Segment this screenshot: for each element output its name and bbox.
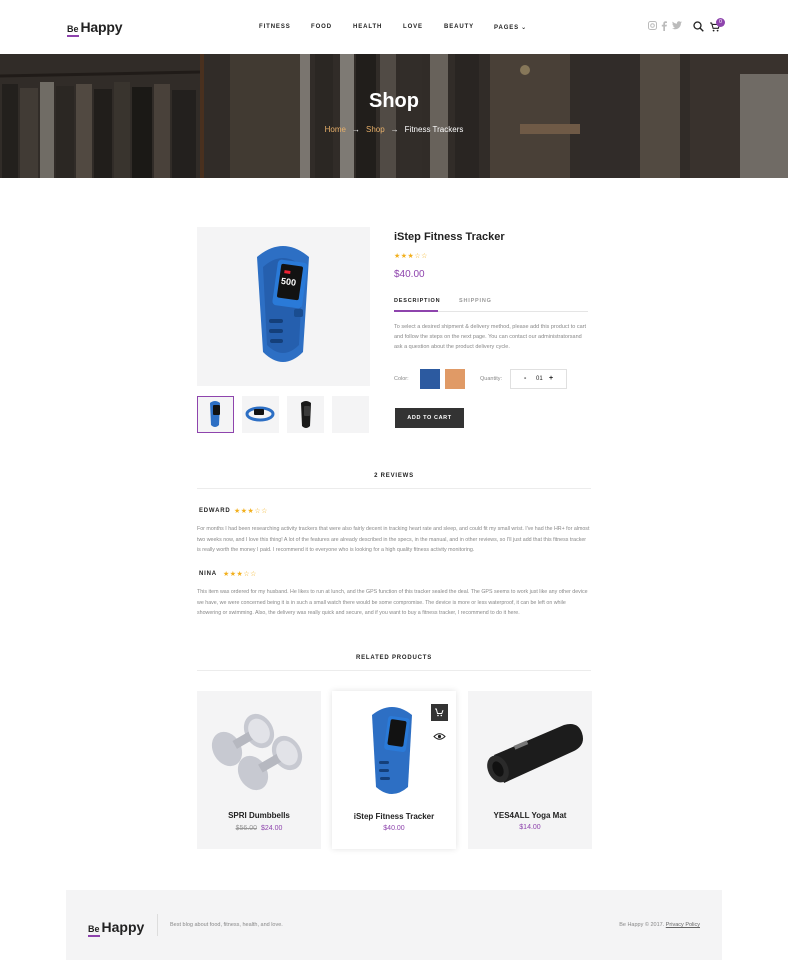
chevron-down-icon: ⌄ xyxy=(521,25,527,31)
product-thumbnail[interactable] xyxy=(197,396,234,433)
page-title: Shop xyxy=(369,90,419,112)
footer-copyright: Be Happy © 2017. Privacy Policy xyxy=(619,922,700,928)
product-rating: ★★★☆☆ xyxy=(394,253,428,260)
product-main-image[interactable]: 500 xyxy=(197,227,370,386)
breadcrumb-separator: → xyxy=(351,125,360,134)
fitness-tracker-thumb xyxy=(245,406,275,422)
breadcrumb: Home → Shop → Fitness Trackers xyxy=(0,125,788,134)
nav-pages[interactable]: PAGES ⌄ xyxy=(494,24,527,31)
dumbbells-image xyxy=(211,713,303,791)
fitness-tracker-image: 500 xyxy=(257,246,309,362)
add-to-cart-button[interactable]: ADD TO CART xyxy=(395,408,464,428)
eye-icon xyxy=(433,733,446,740)
product-card-price: $56.00 $24.00 xyxy=(197,825,321,832)
product-card[interactable]: SPRI Dumbbells $56.00 $24.00 xyxy=(197,691,321,849)
quantity-decrement-button[interactable]: - xyxy=(524,375,526,382)
instagram-icon[interactable] xyxy=(648,21,657,30)
review-rating: ★★★☆☆ xyxy=(234,508,268,515)
reviews-divider xyxy=(197,488,591,489)
tab-active-indicator xyxy=(394,310,438,312)
copyright-text: Be Happy © 2017. xyxy=(619,922,665,928)
fitness-tracker-thumb xyxy=(301,401,311,428)
breadcrumb-separator: → xyxy=(390,125,399,134)
hero-overlay xyxy=(0,54,788,178)
reviews-title: 2 REVIEWS xyxy=(374,473,414,479)
tab-description[interactable]: DESCRIPTION xyxy=(394,298,440,304)
product-card-price: $14.00 xyxy=(519,824,541,831)
svg-text:500: 500 xyxy=(280,276,296,288)
color-label: Color: xyxy=(394,376,409,382)
page-hero: Shop Home → Shop → Fitness Trackers xyxy=(0,54,788,178)
quantity-increment-button[interactable]: + xyxy=(549,375,553,382)
facebook-icon[interactable] xyxy=(661,21,667,31)
related-products-title: RELATED PRODUCTS xyxy=(355,655,433,661)
breadcrumb-current: Fitness Trackers xyxy=(404,125,464,134)
product-card-name[interactable]: SPRI Dumbbells xyxy=(197,811,321,820)
nav-pages-label: PAGES xyxy=(494,25,520,31)
cart-count-badge: 0 xyxy=(716,18,725,27)
add-to-cart-icon-button[interactable] xyxy=(431,704,448,721)
review-author: NINA xyxy=(199,571,217,577)
product-card[interactable]: YES4ALL Yoga Mat $14.00 xyxy=(468,691,592,849)
product-card-name[interactable]: iStep Fitness Tracker xyxy=(332,812,456,821)
quantity-value[interactable]: 01 xyxy=(536,376,543,382)
review-rating: ★★★☆☆ xyxy=(223,571,257,578)
product-title: iStep Fitness Tracker xyxy=(394,231,505,243)
privacy-policy-link[interactable]: Privacy Policy xyxy=(666,922,700,928)
footer-tagline: Best blog about food, fitness, health, a… xyxy=(170,922,283,928)
nav-fitness[interactable]: FITNESS xyxy=(259,24,291,30)
fitness-tracker-thumb xyxy=(210,401,220,427)
nav-love[interactable]: LOVE xyxy=(403,24,423,30)
related-divider xyxy=(197,670,591,671)
product-card-old-price: $56.00 xyxy=(235,825,257,832)
footer-logo-be: Be xyxy=(88,924,100,937)
site-header: Be Happy FITNESS FOOD HEALTH LOVE BEAUTY… xyxy=(0,0,788,54)
yoga-mat-image xyxy=(487,724,583,783)
product-price: $40.00 xyxy=(394,269,425,280)
tab-shipping[interactable]: SHIPPING xyxy=(459,298,492,304)
product-thumbnail[interactable] xyxy=(332,396,369,433)
quantity-label: Quantity: xyxy=(480,376,503,382)
nav-beauty[interactable]: BEAUTY xyxy=(444,24,474,30)
search-icon[interactable] xyxy=(693,21,704,32)
breadcrumb-home[interactable]: Home xyxy=(325,125,346,134)
product-card-name[interactable]: YES4ALL Yoga Mat xyxy=(468,811,592,820)
product-thumbnail[interactable] xyxy=(287,396,324,433)
quick-view-button[interactable] xyxy=(431,728,448,745)
review-text: For months I had been researching activi… xyxy=(197,526,590,553)
product-description: To select a desired shipment & delivery … xyxy=(394,324,586,350)
product-card-sale-price: $24.00 xyxy=(261,825,283,832)
color-swatch-blue[interactable] xyxy=(420,369,440,389)
footer-logo[interactable]: Be Happy xyxy=(88,919,145,937)
cart-plus-icon xyxy=(435,708,444,717)
review-text: This item was ordered for my husband. He… xyxy=(197,589,588,616)
quantity-stepper: - 01 + xyxy=(510,369,567,389)
nav-health[interactable]: HEALTH xyxy=(353,24,382,30)
site-footer: Be Happy Best blog about food, fitness, … xyxy=(66,890,722,960)
product-thumbnail[interactable] xyxy=(242,396,279,433)
color-swatch-orange[interactable] xyxy=(445,369,465,389)
breadcrumb-shop[interactable]: Shop xyxy=(366,125,385,134)
main-nav: FITNESS FOOD HEALTH LOVE BEAUTY PAGES ⌄ xyxy=(0,24,788,34)
product-card[interactable]: iStep Fitness Tracker $40.00 xyxy=(332,691,456,849)
product-card-price: $40.00 xyxy=(383,825,405,832)
nav-food[interactable]: FOOD xyxy=(311,24,332,30)
review-author: EDWARD xyxy=(199,508,231,514)
footer-divider xyxy=(157,914,158,936)
footer-logo-happy: Happy xyxy=(101,919,145,935)
twitter-icon[interactable] xyxy=(672,21,682,30)
